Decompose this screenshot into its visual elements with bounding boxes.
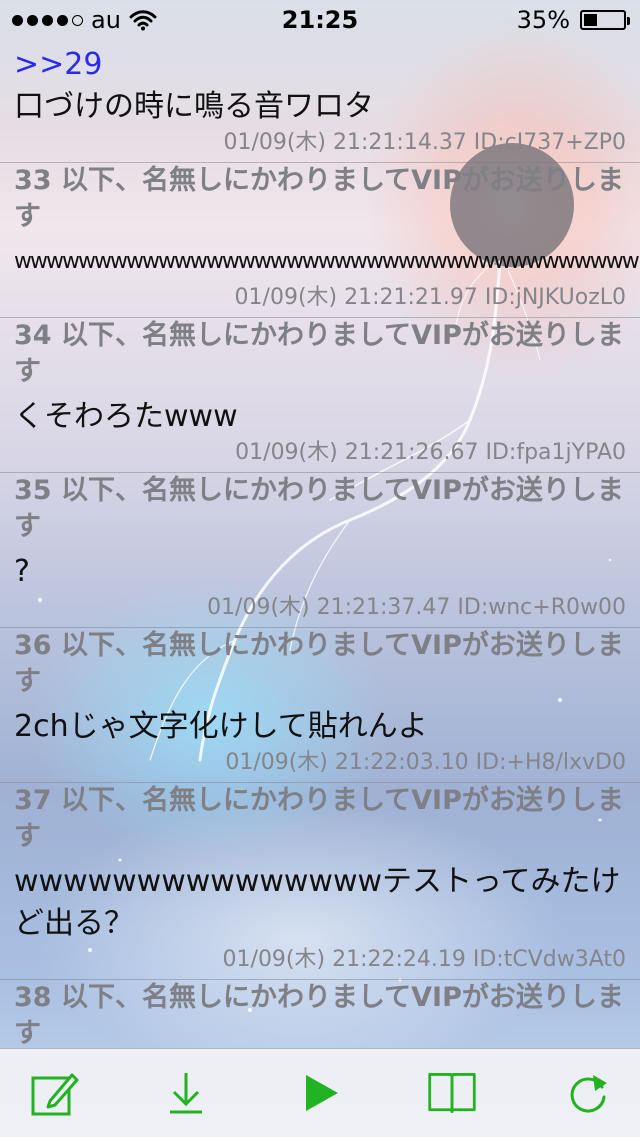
post-meta: 01/09(木) 21:21:26.67 ID:fpa1jYPA0: [235, 440, 626, 465]
reply-anchor-link[interactable]: >>29: [14, 44, 626, 86]
play-icon: [306, 1075, 338, 1111]
post-body: wwwwwwwwwwwwwwwテストってみたけど出る？: [14, 861, 626, 945]
post-text: wwwwwwwwwwwwwwwwwwwwwwwwwwwwwwwwwwwwwww: [14, 249, 640, 274]
post-item: 33 以下、名無しにかわりましてVIPがお送りします wwwwwwwwwwwww…: [0, 163, 640, 318]
post-text: 2chじゃ文字化けして貼れんよ: [14, 709, 428, 744]
post-text: wwwwwwwwwwwwwwwテストってみたけど出る？: [14, 864, 621, 941]
refresh-button[interactable]: [562, 1067, 614, 1119]
post-header[interactable]: 37 以下、名無しにかわりましてVIPがお送りします: [14, 783, 626, 855]
download-button[interactable]: [160, 1067, 212, 1119]
post-header[interactable]: 34 以下、名無しにかわりましてVIPがお送りします: [14, 318, 626, 390]
post-text: 口づけの時に鳴る音ワロタ: [14, 89, 374, 124]
post-body: >>29 口づけの時に鳴る音ワロタ: [14, 44, 626, 128]
post-meta: 01/09(木) 21:22:24.19 ID:tCVdw3At0: [222, 947, 626, 972]
post-item: 36 以下、名無しにかわりましてVIPがお送りします 2chじゃ文字化けして貼れ…: [0, 628, 640, 783]
post-body: ?: [14, 551, 626, 593]
thread-list[interactable]: >>29 口づけの時に鳴る音ワロタ 01/09(木) 21:21:14.37 I…: [0, 44, 640, 1048]
compose-icon: [31, 1073, 79, 1116]
bookmark-button[interactable]: [426, 1067, 478, 1119]
refresh-icon: [570, 1075, 607, 1113]
post-item: >>29 口づけの時に鳴る音ワロタ 01/09(木) 21:21:14.37 I…: [0, 44, 640, 163]
status-right: 35%: [516, 6, 630, 34]
post-text: くそわろたwww: [14, 399, 238, 434]
battery-fill: [584, 14, 597, 26]
post-item: 34 以下、名無しにかわりましてVIPがお送りします くそわろたwww 01/0…: [0, 318, 640, 473]
post-body: wwwwwwwwwwwwwwwwwwwwwwwwwwwwwwwwwwwwwww: [14, 241, 640, 283]
post-text: ?: [14, 554, 30, 589]
post-header[interactable]: 38 以下、名無しにかわりましてVIPがお送りします: [14, 980, 626, 1048]
compose-button[interactable]: [28, 1067, 80, 1119]
post-body: くそわろたwww: [14, 396, 626, 438]
play-button[interactable]: [294, 1067, 346, 1119]
post-meta: 01/09(木) 21:21:14.37 ID:cI737+ZP0: [223, 130, 626, 155]
post-body: 2chじゃ文字化けして貼れんよ: [14, 706, 626, 748]
bookmark-book-icon: [428, 1073, 476, 1113]
battery-icon: [580, 10, 630, 30]
post-item: 35 以下、名無しにかわりましてVIPがお送りします ? 01/09(木) 21…: [0, 473, 640, 628]
post-header[interactable]: 36 以下、名無しにかわりましてVIPがお送りします: [14, 628, 626, 700]
post-item: 38 以下、名無しにかわりましてVIPがお送りします: [0, 980, 640, 1048]
battery-percent: 35%: [516, 6, 570, 34]
post-header[interactable]: 35 以下、名無しにかわりましてVIPがお送りします: [14, 473, 626, 545]
post-meta: 01/09(木) 21:22:03.10 ID:+H8/lxvD0: [225, 750, 626, 775]
post-meta: 01/09(木) 21:21:37.47 ID:wnc+R0w00: [207, 595, 626, 620]
post-item: 37 以下、名無しにかわりましてVIPがお送りします wwwwwwwwwwwww…: [0, 783, 640, 980]
download-icon: [170, 1073, 202, 1114]
status-bar: au 21:25 35%: [0, 0, 640, 40]
post-header[interactable]: 33 以下、名無しにかわりましてVIPがお送りします: [14, 163, 626, 235]
post-meta: 01/09(木) 21:21:21.97 ID:jNJKUozL0: [234, 285, 626, 310]
bottom-toolbar: [0, 1048, 640, 1137]
